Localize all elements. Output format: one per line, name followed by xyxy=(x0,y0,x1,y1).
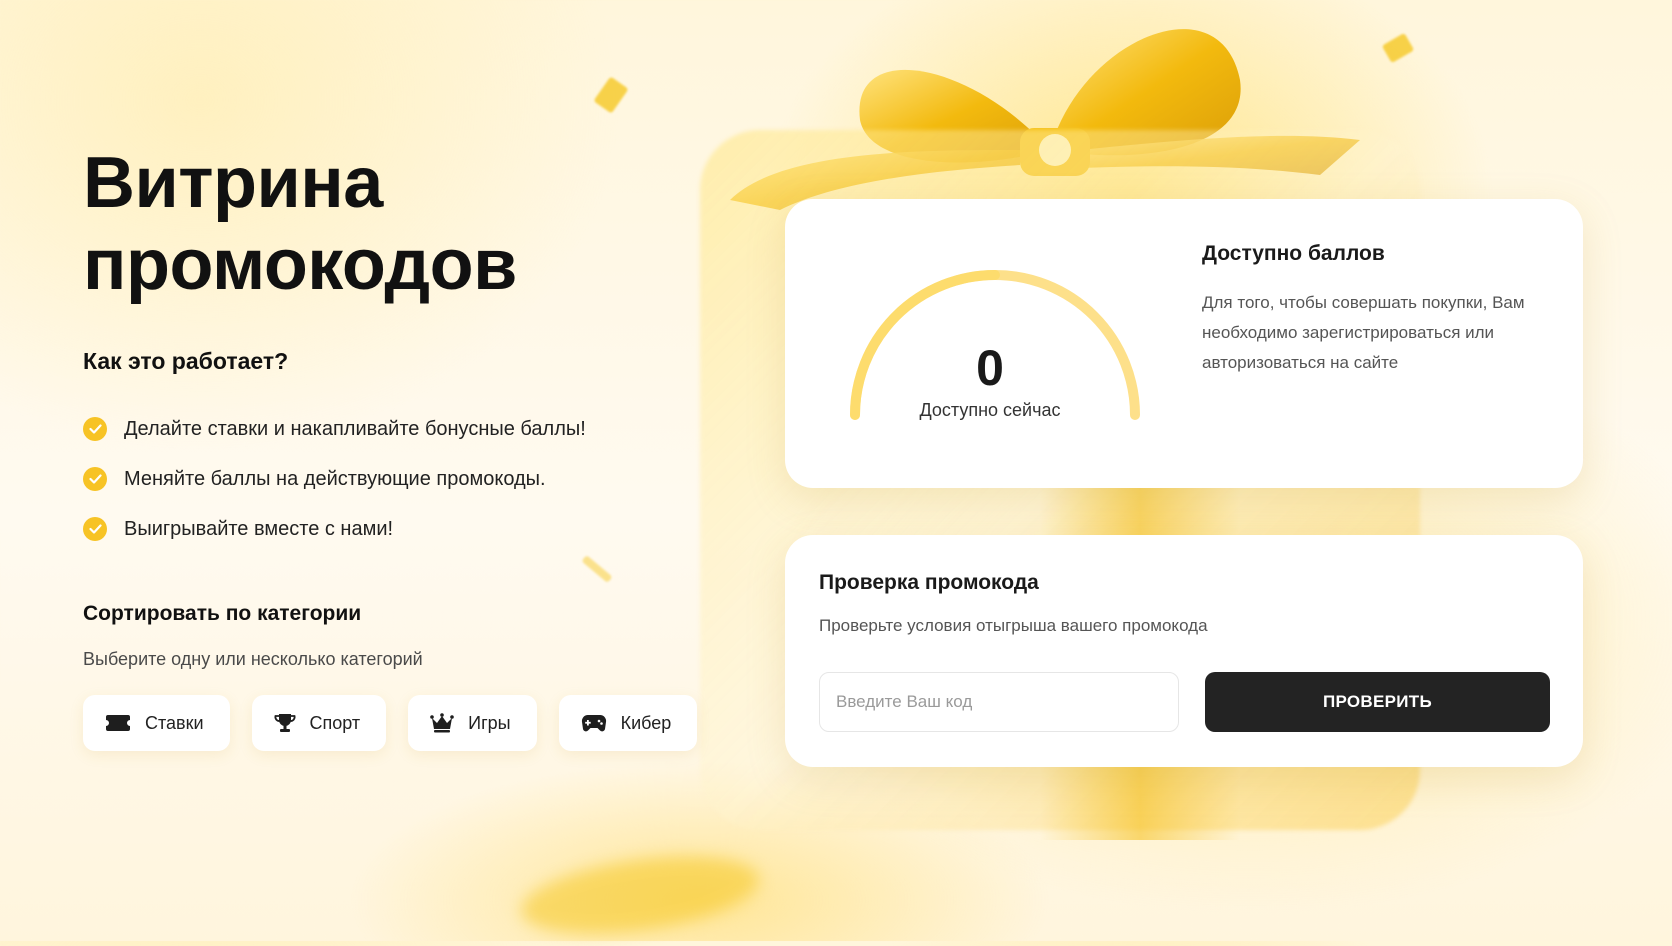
category-label: Кибер xyxy=(620,712,672,733)
ticket-icon xyxy=(106,715,130,731)
gamepad-icon xyxy=(581,714,606,732)
confetti-piece xyxy=(516,843,764,946)
points-description: Для того, чтобы совершать покупки, Вам н… xyxy=(1202,293,1525,372)
step-text: Делайте ставки и накапливайте бонусные б… xyxy=(124,417,586,440)
category-filters: Ставки Спорт Игры Кибер xyxy=(83,695,698,751)
how-it-works-title: Как это работает? xyxy=(83,348,289,374)
points-title: Доступно баллов xyxy=(1202,242,1385,265)
check-icon xyxy=(83,467,107,491)
points-value: 0 xyxy=(976,340,1004,396)
promo-subtitle: Проверьте условия отыгрыша вашего промок… xyxy=(819,616,1208,635)
trophy-icon xyxy=(274,714,296,732)
category-button-games[interactable]: Игры xyxy=(408,695,537,751)
category-button-cyber[interactable]: Кибер xyxy=(558,695,698,751)
points-value-label: Доступно сейчас xyxy=(919,400,1061,420)
category-button-bets[interactable]: Ставки xyxy=(83,695,230,751)
crown-icon xyxy=(430,713,454,733)
page-title: Витрина промокодов xyxy=(83,142,517,306)
step-item: Делайте ставки и накапливайте бонусные б… xyxy=(83,404,586,454)
category-label: Ставки xyxy=(145,712,204,733)
check-icon xyxy=(83,517,107,541)
confetti-piece xyxy=(593,76,629,114)
step-text: Меняйте баллы на действующие промокоды. xyxy=(124,467,546,490)
how-it-works-steps: Делайте ставки и накапливайте бонусные б… xyxy=(83,404,586,554)
category-label: Спорт xyxy=(309,712,361,733)
step-text: Выигрывайте вместе с нами! xyxy=(124,517,394,540)
confetti-piece xyxy=(1381,32,1415,64)
promo-title: Проверка промокода xyxy=(819,571,1039,594)
check-promo-button[interactable]: ПРОВЕРИТЬ xyxy=(1205,672,1550,732)
confetti-piece xyxy=(581,555,613,583)
promo-code-input[interactable] xyxy=(819,672,1179,732)
sort-subtitle: Выберите одну или несколько категорий xyxy=(83,649,423,669)
page-title-line2: промокодов xyxy=(83,225,517,305)
gift-ribbon-decoration xyxy=(730,29,1360,210)
page-title-line1: Витрина xyxy=(83,143,383,223)
step-item: Выигрывайте вместе с нами! xyxy=(83,504,586,554)
points-card: 0 Доступно сейчас Доступно баллов Для то… xyxy=(785,199,1583,488)
promo-check-card: Проверка промокода Проверьте условия оты… xyxy=(785,535,1583,767)
check-icon xyxy=(83,417,107,441)
category-label: Игры xyxy=(468,712,511,733)
sort-title: Сортировать по категории xyxy=(83,602,362,625)
step-item: Меняйте баллы на действующие промокоды. xyxy=(83,454,586,504)
category-button-sport[interactable]: Спорт xyxy=(251,695,387,751)
